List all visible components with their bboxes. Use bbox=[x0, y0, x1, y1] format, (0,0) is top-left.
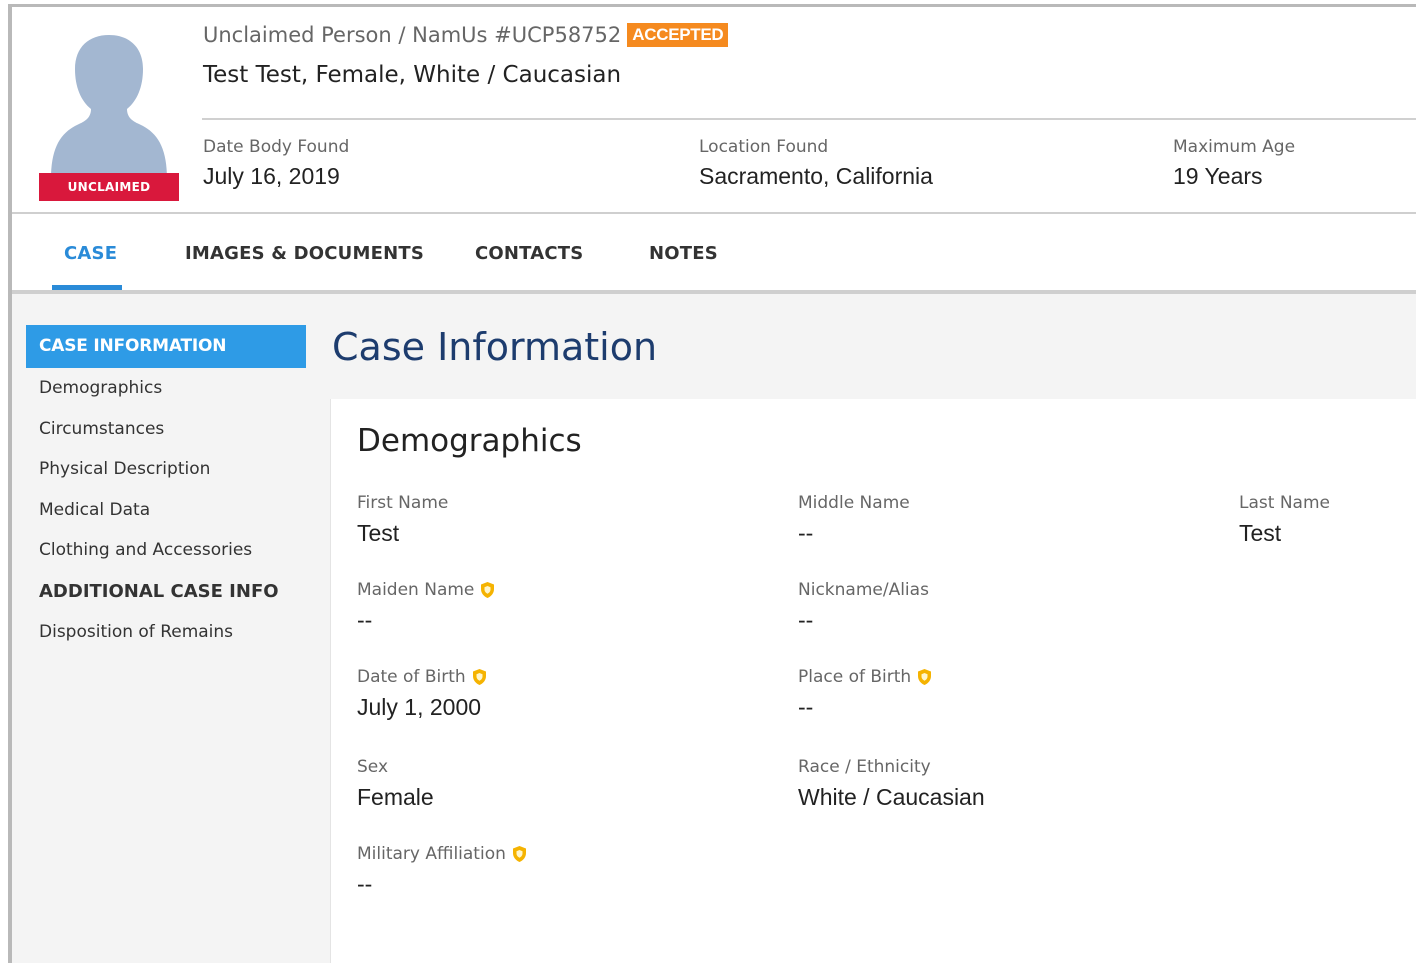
summary-value: Sacramento, California bbox=[699, 163, 933, 189]
sidenav-item-demographics[interactable]: Demographics bbox=[26, 368, 306, 409]
status-badge: ACCEPTED bbox=[627, 23, 729, 47]
field-label: Last Name bbox=[1239, 493, 1330, 513]
field-label: Place of Birth bbox=[798, 667, 912, 687]
unclaimed-badge: UNCLAIMED bbox=[39, 173, 179, 201]
summary-label: Location Found bbox=[699, 137, 829, 157]
panel-title: Demographics bbox=[357, 423, 582, 459]
field-label: First Name bbox=[357, 493, 449, 513]
sidenav-item-physical-description[interactable]: Physical Description bbox=[26, 449, 306, 490]
field-value: -- bbox=[357, 871, 373, 897]
case-page: UNCLAIMED Unclaimed Person / NamUs #UCP5… bbox=[8, 4, 1416, 963]
shield-icon bbox=[918, 669, 932, 685]
tab-case[interactable]: CASE bbox=[64, 243, 117, 264]
sidenav-case-information[interactable]: CASE INFORMATION bbox=[26, 325, 306, 368]
case-number: Unclaimed Person / NamUs #UCP58752 bbox=[203, 23, 622, 47]
field-nickname-alias: Nickname/Alias -- bbox=[798, 580, 929, 634]
field-value: Female bbox=[357, 784, 434, 810]
summary-label: Maximum Age bbox=[1173, 137, 1296, 157]
field-value: -- bbox=[357, 607, 373, 633]
field-race-ethnicity: Race / Ethnicity White / Caucasian bbox=[798, 757, 985, 811]
field-label: Military Affiliation bbox=[357, 844, 506, 864]
field-military-affiliation: Military Affiliation -- bbox=[357, 844, 527, 898]
side-navigation: CASE INFORMATION Demographics Circumstan… bbox=[26, 325, 306, 652]
field-value: -- bbox=[798, 607, 814, 633]
demographics-panel: Demographics First Name Test Middle Name… bbox=[330, 399, 1416, 963]
field-date-of-birth: Date of Birth July 1, 2000 bbox=[357, 667, 487, 721]
field-value: Test bbox=[357, 520, 400, 546]
sidenav-additional-case-info[interactable]: ADDITIONAL CASE INFO bbox=[26, 571, 306, 612]
tab-images-documents[interactable]: IMAGES & DOCUMENTS bbox=[185, 243, 424, 264]
sidenav-item-medical-data[interactable]: Medical Data bbox=[26, 490, 306, 531]
case-subtitle: Unclaimed Person / NamUs #UCP58752 ACCEP… bbox=[203, 23, 729, 47]
summary-location-found: Location Found Sacramento, California bbox=[699, 137, 933, 190]
shield-icon bbox=[472, 669, 486, 685]
sidenav-item-circumstances[interactable]: Circumstances bbox=[26, 409, 306, 450]
field-place-of-birth: Place of Birth -- bbox=[798, 667, 932, 721]
field-label: Maiden Name bbox=[357, 580, 475, 600]
shield-icon bbox=[512, 846, 526, 862]
field-value: Test bbox=[1239, 520, 1282, 546]
summary-max-age: Maximum Age 19 Years bbox=[1173, 137, 1295, 190]
sidenav-item-disposition[interactable]: Disposition of Remains bbox=[26, 612, 306, 653]
tab-contacts[interactable]: CONTACTS bbox=[475, 243, 583, 264]
tab-notes[interactable]: NOTES bbox=[649, 243, 718, 264]
field-label: Date of Birth bbox=[357, 667, 466, 687]
field-middle-name: Middle Name -- bbox=[798, 493, 910, 547]
field-value: White / Caucasian bbox=[798, 784, 985, 810]
field-maiden-name: Maiden Name -- bbox=[357, 580, 495, 634]
summary-value: July 16, 2019 bbox=[203, 163, 340, 189]
field-label: Race / Ethnicity bbox=[798, 757, 931, 777]
page-title: Case Information bbox=[332, 325, 658, 369]
field-sex: Sex Female bbox=[357, 757, 434, 811]
field-label: Middle Name bbox=[798, 493, 910, 513]
shield-icon bbox=[481, 582, 495, 598]
field-first-name: First Name Test bbox=[357, 493, 448, 547]
tab-bar: CASE IMAGES & DOCUMENTS CONTACTS NOTES bbox=[12, 214, 1416, 292]
summary-date-found: Date Body Found July 16, 2019 bbox=[203, 137, 349, 190]
field-label: Nickname/Alias bbox=[798, 580, 929, 600]
summary-value: 19 Years bbox=[1173, 163, 1263, 189]
field-value: -- bbox=[798, 520, 814, 546]
header-divider bbox=[202, 118, 1416, 120]
sidenav-item-clothing[interactable]: Clothing and Accessories bbox=[26, 530, 306, 571]
field-value: July 1, 2000 bbox=[357, 694, 482, 720]
case-title: Test Test, Female, White / Caucasian bbox=[203, 62, 622, 88]
summary-label: Date Body Found bbox=[203, 137, 350, 157]
field-value: -- bbox=[798, 694, 814, 720]
field-label: Sex bbox=[357, 757, 389, 777]
field-last-name: Last Name Test bbox=[1239, 493, 1330, 547]
